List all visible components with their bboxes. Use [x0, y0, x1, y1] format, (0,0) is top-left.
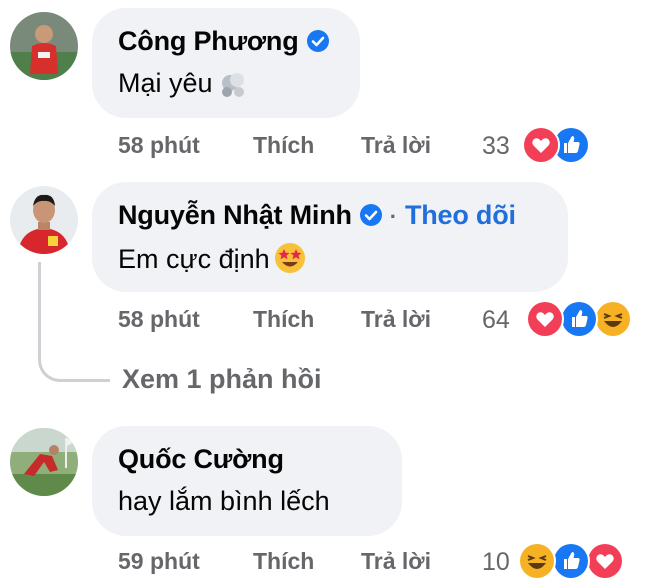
reaction-summary[interactable]: 10	[482, 548, 510, 577]
comment-author[interactable]: Quốc Cường	[118, 444, 284, 475]
haha-icon	[594, 300, 632, 338]
like-button[interactable]: Thích	[253, 306, 314, 333]
comment-author[interactable]: Công Phương	[118, 26, 329, 57]
like-button[interactable]: Thích	[253, 548, 314, 575]
love-icon	[522, 126, 560, 164]
separator-dot: ·	[389, 204, 397, 229]
reaction-count: 33	[482, 132, 510, 160]
haha-icon	[518, 542, 556, 580]
avatar-photo	[10, 428, 78, 496]
reaction-icons[interactable]	[514, 542, 626, 580]
comment-text-content: Mại yêu	[118, 68, 213, 98]
author-name[interactable]: Công Phương	[118, 26, 299, 56]
comment-time[interactable]: 58 phút	[118, 306, 200, 333]
comment-bubble: Quốc Cường hay lắm bình lếch	[92, 426, 402, 536]
comment-text-content: Em cực định	[118, 244, 270, 274]
love-icon	[526, 300, 564, 338]
hugging-sticker-icon	[221, 73, 244, 97]
reaction-icons[interactable]	[522, 300, 634, 338]
author-name[interactable]: Quốc Cường	[118, 444, 284, 474]
avatar-nguyen-nhat-minh[interactable]	[10, 186, 78, 254]
comment-time[interactable]: 59 phút	[118, 548, 200, 575]
like-button[interactable]: Thích	[253, 132, 314, 159]
avatar-photo	[10, 186, 78, 254]
comment-time[interactable]: 58 phút	[118, 132, 200, 159]
comment-bubble: Công Phương Mại yêu	[92, 8, 360, 118]
star-struck-emoji-icon	[274, 243, 305, 273]
reply-button[interactable]: Trả lời	[361, 132, 431, 159]
reaction-summary[interactable]: 64	[482, 306, 510, 335]
follow-button[interactable]: Theo dõi	[405, 200, 516, 230]
reply-thread-line	[38, 262, 110, 382]
comment-text: Em cực định	[118, 242, 306, 275]
author-name[interactable]: Nguyễn Nhật Minh	[118, 200, 352, 230]
reaction-icons[interactable]	[518, 126, 598, 164]
reply-button[interactable]: Trả lời	[361, 306, 431, 333]
like-icon	[560, 300, 598, 338]
verified-badge-icon	[306, 30, 329, 52]
verified-badge-icon	[359, 204, 382, 226]
reaction-summary[interactable]: 33	[482, 132, 510, 161]
avatar-quoc-cuong[interactable]	[10, 428, 78, 496]
comment-text-content: hay lắm bình lếch	[118, 486, 330, 516]
reply-button[interactable]: Trả lời	[361, 548, 431, 575]
like-icon	[552, 542, 590, 580]
reaction-count: 64	[482, 306, 510, 334]
love-icon	[586, 542, 624, 580]
avatar-cong-phuong[interactable]	[10, 12, 78, 80]
comment-text: Mại yêu	[118, 68, 247, 99]
avatar-photo	[10, 12, 78, 80]
comment-author-row: Nguyễn Nhật Minh · Theo dõi	[118, 200, 516, 231]
comment-text: hay lắm bình lếch	[118, 486, 330, 517]
view-replies-link[interactable]: Xem 1 phản hồi	[122, 364, 322, 395]
comment-bubble: Nguyễn Nhật Minh · Theo dõi Em cực định	[92, 182, 568, 292]
reaction-count: 10	[482, 548, 510, 576]
